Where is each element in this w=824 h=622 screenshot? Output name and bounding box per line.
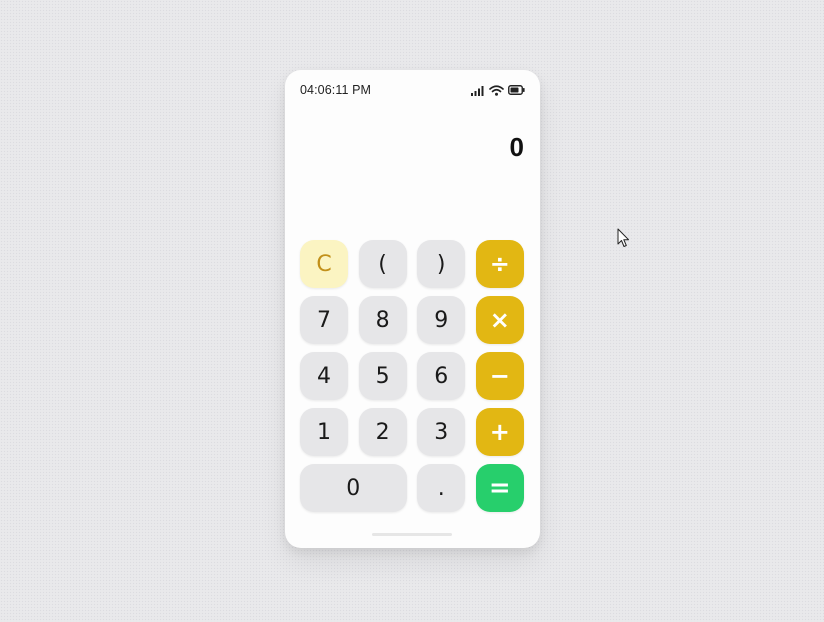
wifi-icon xyxy=(489,84,504,96)
multiply-button[interactable]: × xyxy=(475,296,524,344)
battery-icon xyxy=(508,85,525,95)
status-time: 04:06:11 PM xyxy=(300,83,372,97)
home-indicator[interactable] xyxy=(372,533,452,536)
close-paren-button[interactable]: ) xyxy=(417,240,466,288)
digit-3-button[interactable]: 3 xyxy=(417,408,466,456)
digit-5-button[interactable]: 5 xyxy=(358,352,407,400)
digit-0-button[interactable]: 0 xyxy=(300,464,407,512)
digit-2-button[interactable]: 2 xyxy=(358,408,407,456)
digit-4-button[interactable]: 4 xyxy=(300,352,348,400)
digit-8-button[interactable]: 8 xyxy=(358,296,407,344)
digit-6-button[interactable]: 6 xyxy=(417,352,466,400)
open-paren-button[interactable]: ( xyxy=(358,240,407,288)
status-bar: 04:06:11 PM xyxy=(300,82,525,98)
divide-button[interactable]: ÷ xyxy=(475,240,524,288)
plus-button[interactable]: + xyxy=(475,408,524,456)
digit-9-button[interactable]: 9 xyxy=(417,296,466,344)
status-icons xyxy=(471,84,525,96)
keypad: C ( ) ÷ 7 8 9 × 4 5 6 − 1 2 3 + 0 . = xyxy=(300,240,524,512)
equals-button[interactable]: = xyxy=(475,464,524,512)
calculator-phone: 04:06:11 PM 0 C () ÷ 7 8 9 × 4 5 6 − 1 … xyxy=(285,70,540,548)
digit-7-button[interactable]: 7 xyxy=(300,296,348,344)
signal-icon xyxy=(471,85,485,96)
minus-button[interactable]: − xyxy=(475,352,524,400)
digit-1-button[interactable]: 1 xyxy=(300,408,348,456)
clear-button[interactable]: C xyxy=(300,240,348,288)
mouse-cursor-icon xyxy=(617,228,631,252)
calculator-display: 0 xyxy=(509,132,524,162)
decimal-button[interactable]: . xyxy=(417,464,466,512)
